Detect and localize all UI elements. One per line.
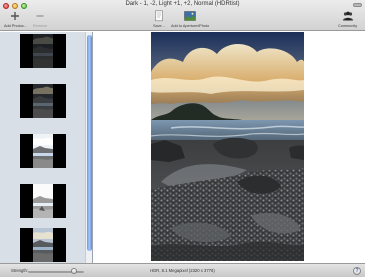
thumbnail-sidebar (0, 32, 93, 263)
question-icon: ? (355, 268, 359, 274)
photo-icon (184, 10, 196, 22)
minus-icon (35, 10, 45, 22)
image-status-text: HDR, 8.1 Megapixel (2320 x 3776) (150, 268, 215, 273)
remove-label: Remove (33, 24, 48, 28)
add-photos-label: Add Photos... (4, 24, 27, 28)
bottom-bar: Strength: HDR, 8.1 Megapixel (2320 x 377… (0, 263, 365, 277)
toolbar: Dark - 1, -2, Light +1, +2, Normal (HDRt… (0, 0, 365, 31)
add-to-iphoto-button[interactable]: Add to Aperture/iPhoto (171, 10, 209, 28)
save-label: Save... (153, 24, 165, 28)
add-to-iphoto-label: Add to Aperture/iPhoto (171, 24, 210, 28)
thumbnail-light+2[interactable] (20, 184, 66, 218)
toolbar-toggle-button[interactable] (353, 3, 362, 7)
thumbnail-light+1[interactable] (20, 134, 66, 168)
community-button[interactable]: Community (338, 10, 357, 28)
window-title: Dark - 1, -2, Light +1, +2, Normal (HDRt… (125, 1, 240, 7)
community-label: Community (338, 24, 358, 28)
sidebar-scroll-thumb[interactable] (87, 35, 92, 251)
people-icon (342, 10, 354, 22)
plus-icon (10, 10, 20, 22)
preview-area (94, 32, 365, 263)
sidebar-scrollbar[interactable] (85, 32, 92, 263)
remove-button[interactable]: Remove (33, 10, 47, 28)
app-window: Dark - 1, -2, Light +1, +2, Normal (HDRt… (0, 0, 365, 277)
thumbnail-normal[interactable] (20, 228, 66, 262)
hdr-preview-image (151, 32, 304, 261)
thumbnail-dark-2[interactable] (20, 34, 66, 68)
add-photos-button[interactable]: Add Photos... (4, 10, 27, 28)
save-button[interactable]: Save... (153, 10, 165, 28)
thumbnail-dark-1[interactable] (20, 84, 66, 118)
help-button[interactable]: ? (353, 267, 361, 275)
save-icon (154, 10, 164, 22)
